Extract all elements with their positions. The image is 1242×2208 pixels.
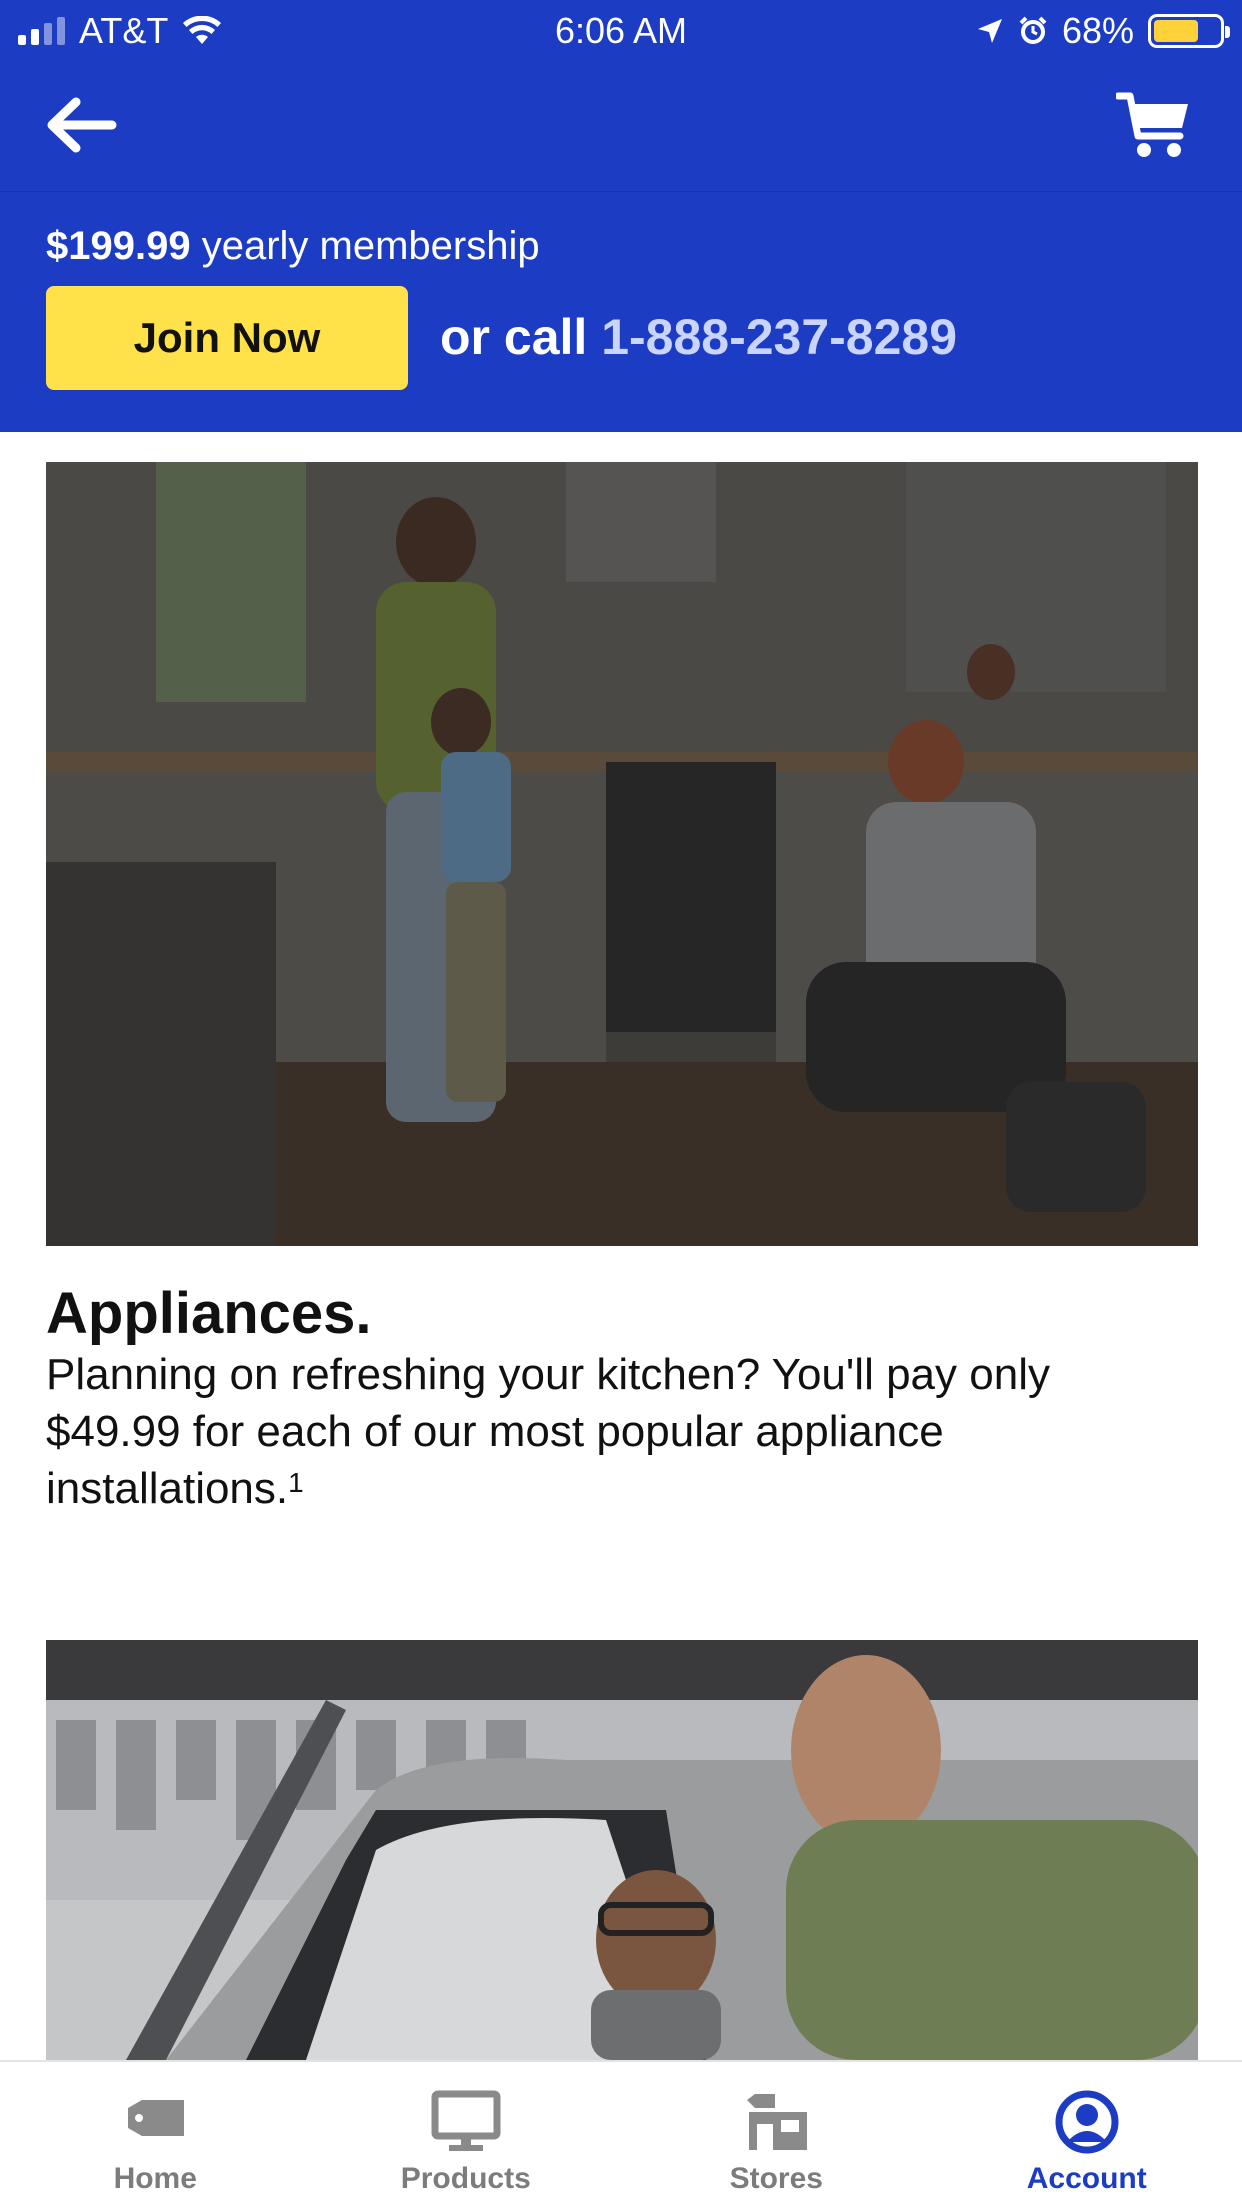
price-suffix: yearly membership [190, 224, 540, 268]
battery-icon [1148, 14, 1230, 48]
tab-products[interactable]: Products [311, 2062, 622, 2208]
tab-products-label: Products [400, 2162, 531, 2195]
tab-stores-label: Stores [729, 2162, 823, 2195]
navigation-bar [0, 62, 1242, 192]
call-prefix: or call [440, 309, 602, 365]
appliances-description: Planning on refreshing your kitchen? You… [46, 1346, 1196, 1517]
shopping-cart-icon [1114, 92, 1188, 157]
location-arrow-icon [977, 19, 1002, 43]
tab-account[interactable]: Account [932, 2062, 1242, 2208]
tab-stores[interactable]: Stores [621, 2062, 932, 2208]
account-circle-icon [1055, 2090, 1119, 2154]
status-right: 68% [976, 10, 1230, 52]
call-line: or call 1-888-237-8289 [440, 308, 957, 366]
store-icon [747, 2094, 808, 2150]
battery-percent: 68% [1061, 10, 1134, 51]
battery-level [1154, 20, 1198, 42]
membership-banner: $199.99 yearly membership Join Now or ca… [0, 192, 1242, 432]
alarm-icon [1019, 16, 1047, 44]
phone-link[interactable]: 1-888-237-8289 [601, 309, 957, 365]
membership-price: $199.99 yearly membership [46, 224, 540, 269]
monitor-icon [431, 2090, 501, 2151]
appliances-text: Planning on refreshing your kitchen? You… [46, 1350, 1050, 1513]
appliances-title: Appliances. [46, 1281, 372, 1346]
back-button[interactable] [42, 90, 122, 160]
tab-home[interactable]: Home [0, 2062, 311, 2208]
kitchen-illustration [46, 462, 1198, 1246]
tab-bar: Home Products Stores Account [0, 2060, 1242, 2208]
tab-home-label: Home [113, 2162, 197, 2195]
appliances-image [46, 462, 1198, 1246]
cart-button[interactable] [1114, 90, 1192, 162]
price-amount: $199.99 [46, 224, 191, 268]
footnote-marker: 1 [288, 1467, 304, 1498]
tab-account-label: Account [1026, 2162, 1147, 2195]
arrow-left-icon [47, 97, 117, 153]
tag-icon [128, 2100, 185, 2136]
status-bar: AT&T 6:06 AM 68% [0, 0, 1242, 62]
auto-services-image [46, 1640, 1198, 2060]
join-now-button[interactable]: Join Now [46, 286, 408, 390]
car-illustration [46, 1640, 1198, 2060]
